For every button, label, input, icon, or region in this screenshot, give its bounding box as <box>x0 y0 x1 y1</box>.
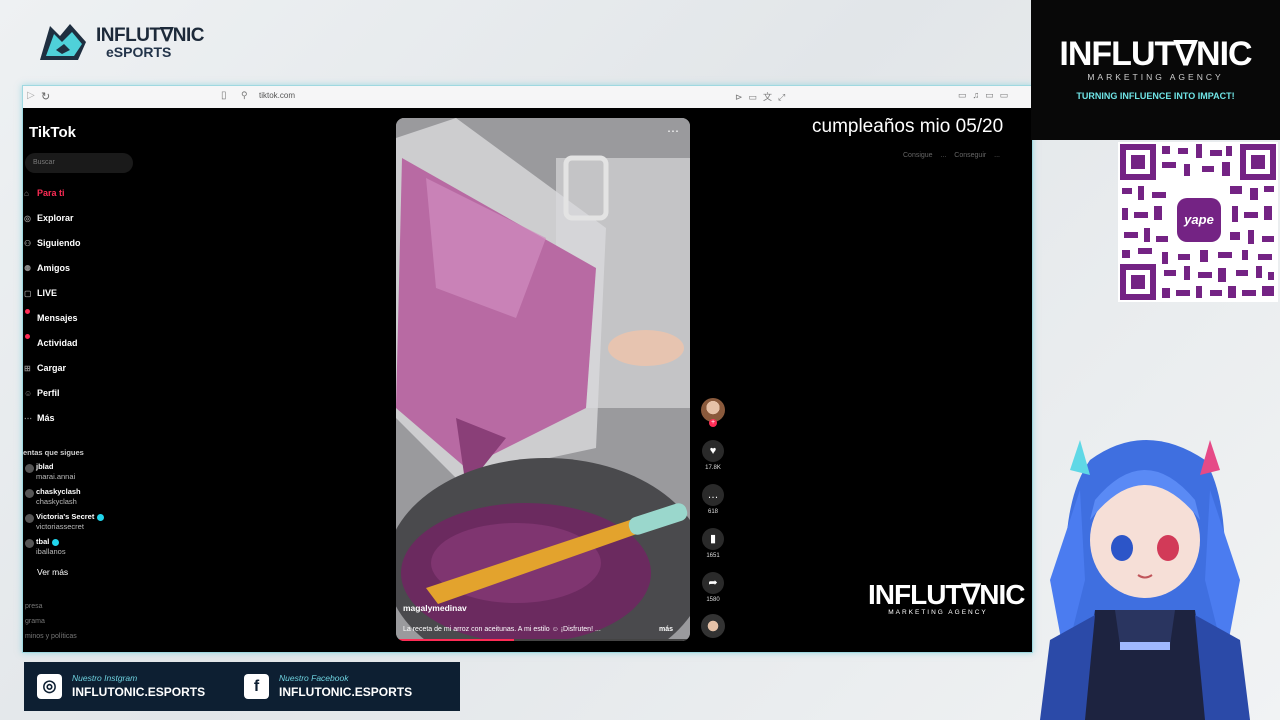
caption-more-link[interactable]: más <box>659 626 673 633</box>
esports-logo-title: INFLUT∇NIC <box>96 24 204 46</box>
instagram-label: Nuestro Instgram <box>72 673 138 683</box>
instagram-icon: ◎ <box>37 674 62 699</box>
nav-item-siguiendo[interactable]: ⚇ Siguiendo <box>23 236 81 261</box>
nav-item-amigos[interactable]: ⚉ Amigos <box>23 261 81 286</box>
compass-icon: ◎ <box>24 214 31 223</box>
following-icon: ⚇ <box>24 239 32 248</box>
avatar <box>25 514 34 523</box>
yape-qr-code: yape <box>1118 142 1278 302</box>
facebook-handle: INFLUTONIC.ESPORTS <box>279 685 413 699</box>
comment-icon: … <box>702 484 724 506</box>
search-input[interactable]: Buscar <box>25 153 133 173</box>
footer-link[interactable]: presa <box>25 603 43 610</box>
stream-frame: ▷ ↻ ▯ ⚲ tiktok.com ⊳▭文⤢ ▭♫▭▭ TikTok Busc… <box>22 85 1033 653</box>
address-bar[interactable]: tiktok.com <box>259 91 295 100</box>
follow-plus-icon[interactable]: + <box>709 419 717 427</box>
more-options-icon[interactable]: ⋯ <box>667 124 680 138</box>
verified-icon <box>97 513 105 521</box>
nav-item-live[interactable]: ▢ LIVE <box>23 286 81 311</box>
footer-link[interactable]: grama <box>25 618 45 625</box>
save-count: 1651 <box>706 553 720 559</box>
video-progress-fill <box>396 639 514 641</box>
tiktok-logo[interactable]: TikTok <box>29 124 76 141</box>
more-icon: ⋯ <box>24 414 32 423</box>
notification-badge <box>25 334 30 339</box>
notification-badge <box>25 309 30 314</box>
upload-icon: ⊞ <box>24 364 31 373</box>
facebook-label: Nuestro Facebook <box>279 673 349 683</box>
avatar <box>25 539 34 548</box>
video-player[interactable]: ⋯ magalymedinav La receta de mi arroz co… <box>396 118 690 641</box>
comment-count: 618 <box>707 509 718 515</box>
facebook-icon: f <box>244 674 269 699</box>
bookmark-icon: ▮ <box>702 528 724 550</box>
following-accounts-title: entas que sigues <box>23 448 84 457</box>
video-frame-image <box>396 118 690 641</box>
nav-item-mas[interactable]: ⋯ Más <box>23 411 81 436</box>
agency-panel: INFLUT∇NIC MARKETING AGENCY TURNING INFL… <box>1031 0 1280 140</box>
inframe-agency-logo: INFLUT∇NIC MARKETING AGENCY <box>868 579 1025 617</box>
heart-icon: ♥ <box>702 440 724 462</box>
agency-tagline: TURNING INFLUENCE INTO IMPACT! <box>1076 91 1235 101</box>
yape-logo: yape <box>1177 198 1221 242</box>
instagram-handle: INFLUTONIC.ESPORTS <box>72 685 206 699</box>
like-count: 17.8K <box>705 465 721 471</box>
browser-toolbar: ▷ ↻ ▯ ⚲ tiktok.com ⊳▭文⤢ ▭♫▭▭ <box>23 86 1032 109</box>
nav-item-actividad[interactable]: Actividad <box>23 334 81 361</box>
agency-subtitle: MARKETING AGENCY <box>1087 72 1224 82</box>
video-creator[interactable]: magalymedinav <box>403 603 467 613</box>
tiktok-nav: ⌂ Para ti ◎ Explorar ⚇ Siguiendo ⚉ Amigos ▢ L… <box>23 186 81 436</box>
bookmark-icon[interactable]: ▯ <box>221 90 227 101</box>
top-right-buttons[interactable]: Consigue ... Conseguir ... <box>903 152 1000 159</box>
vtuber-avatar-image <box>1040 440 1250 720</box>
nav-item-explorar[interactable]: ◎ Explorar <box>23 211 81 236</box>
browser-tools-icons[interactable]: ⊳▭文⤢ <box>735 90 791 103</box>
nav-item-cargar[interactable]: ⊞ Cargar <box>23 361 81 386</box>
home-icon: ⌂ <box>24 189 29 198</box>
forward-icon[interactable]: ▷ <box>27 90 35 101</box>
creator-avatar-button[interactable]: + <box>699 398 727 427</box>
share-button[interactable]: ➦ 1580 <box>699 572 727 603</box>
music-disc-button[interactable] <box>699 614 727 638</box>
video-progress-bar[interactable] <box>396 639 690 641</box>
live-icon: ▢ <box>24 289 32 298</box>
music-disc-icon <box>701 614 725 638</box>
share-arrow-icon: ➦ <box>702 572 724 594</box>
avatar <box>25 489 34 498</box>
nav-item-para-ti[interactable]: ⌂ Para ti <box>23 186 81 211</box>
share-count: 1580 <box>706 597 720 603</box>
social-bar: ◎ Nuestro Instgram INFLUTONIC.ESPORTS f … <box>24 662 460 711</box>
avatar <box>25 464 34 473</box>
see-more-link[interactable]: Ver más <box>37 567 68 577</box>
comment-button[interactable]: … 618 <box>699 484 727 515</box>
avatar: + <box>701 398 725 427</box>
like-button[interactable]: ♥ 17.8K <box>699 440 727 471</box>
wolf-logo-icon <box>40 24 86 60</box>
footer-link[interactable]: minos y políticas <box>25 633 77 640</box>
agency-title: INFLUT∇NIC <box>1059 35 1252 73</box>
save-button[interactable]: ▮ 1651 <box>699 528 727 559</box>
nav-item-mensajes[interactable]: Mensajes <box>23 309 81 336</box>
video-caption: La receta de mi arroz con aceitunas. A m… <box>403 626 673 633</box>
reload-icon[interactable]: ↻ <box>41 90 50 103</box>
esports-logo: INFLUT∇NIC eSPORTS <box>36 20 204 64</box>
profile-icon: ☺ <box>24 389 33 398</box>
stream-overlay-text: cumpleaños mio 05/20 <box>812 116 1004 137</box>
verified-icon <box>52 538 60 546</box>
tiktok-page: TikTok Buscar ⌂ Para ti ◎ Explorar ⚇ Siguie… <box>23 108 1032 652</box>
browser-extension-icons[interactable]: ▭♫▭▭ <box>958 90 1014 101</box>
nav-item-perfil[interactable]: ☺ Perfil <box>23 386 81 411</box>
esports-logo-subtitle: eSPORTS <box>106 43 172 60</box>
friends-icon: ⚉ <box>24 264 32 273</box>
site-info-icon[interactable]: ⚲ <box>241 90 248 101</box>
